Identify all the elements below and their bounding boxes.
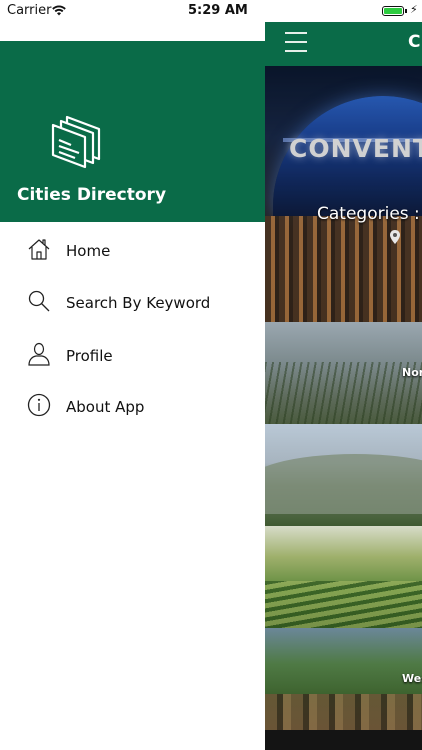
main-bottom-bar <box>265 730 422 750</box>
home-icon <box>28 239 50 260</box>
drawer-header: Cities Directory <box>0 41 265 222</box>
hero-categories-label: Categories : <box>317 204 420 224</box>
city-tile-3[interactable] <box>265 526 422 628</box>
battery-tip <box>405 9 407 13</box>
status-time: 5:29 AM <box>188 3 248 18</box>
location-pin-icon <box>390 230 400 244</box>
city-tile-label: Wes <box>402 672 422 685</box>
city-tile-2[interactable] <box>265 424 422 526</box>
menu-item-label: Profile <box>66 347 113 365</box>
main-status-bar: ⚡ <box>265 0 422 22</box>
search-icon <box>28 290 50 312</box>
app-name: Cities Directory <box>17 185 167 205</box>
charging-bolt-icon: ⚡ <box>410 3 418 16</box>
city-tile-label: Nor <box>402 366 422 379</box>
main-content: ⚡ C CONVENTIO Categories : Nor Wes <box>265 0 422 750</box>
wifi-icon <box>52 5 66 16</box>
battery-icon <box>382 6 404 16</box>
main-nav-bar: C <box>265 22 422 66</box>
main-title: C <box>408 32 421 52</box>
menu-item-label: About App <box>66 398 145 416</box>
directory-logo-icon <box>51 115 101 169</box>
menu-item-home[interactable]: Home <box>0 224 265 276</box>
city-tile-4[interactable]: Wes <box>265 628 422 730</box>
menu-item-about[interactable]: About App <box>0 380 265 432</box>
status-bar: Carrier 5:29 AM <box>0 0 265 22</box>
city-tile-1[interactable]: Nor <box>265 322 422 424</box>
menu-item-search[interactable]: Search By Keyword <box>0 276 265 328</box>
person-icon <box>28 342 50 366</box>
menu-item-label: Home <box>66 242 111 260</box>
hero-image[interactable]: CONVENTIO Categories : <box>265 66 422 322</box>
navigation-drawer: Carrier 5:29 AM Cities Directory Home Se… <box>0 0 265 750</box>
menu-item-profile[interactable]: Profile <box>0 329 265 381</box>
menu-item-label: Search By Keyword <box>66 294 211 312</box>
info-icon <box>27 393 51 417</box>
hamburger-menu-icon[interactable] <box>285 32 307 54</box>
carrier-label: Carrier <box>7 3 52 18</box>
